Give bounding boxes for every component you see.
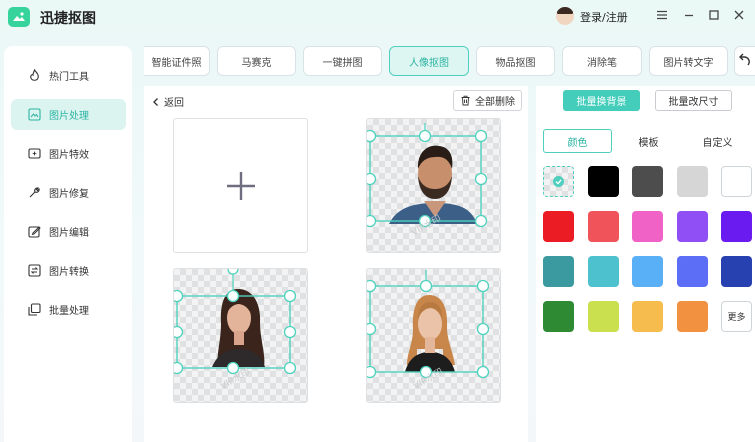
portrait-man: VIP水印 bbox=[367, 123, 488, 239]
app-title: 迅捷抠图 bbox=[40, 11, 96, 27]
tab-eraser[interactable]: 消除笔 bbox=[562, 46, 642, 76]
plus-icon bbox=[227, 172, 255, 200]
tab-mosaic[interactable]: 马赛克 bbox=[217, 46, 296, 76]
fire-icon bbox=[28, 68, 41, 82]
tab-batch-background[interactable]: 批量换背景 bbox=[563, 90, 640, 111]
sidebar-item-batch[interactable]: 批量处理 bbox=[11, 294, 126, 325]
sidebar-item-convert[interactable]: 图片转换 bbox=[11, 255, 126, 286]
color-swatch[interactable] bbox=[632, 166, 663, 197]
tab-batch-resize[interactable]: 批量改尺寸 bbox=[655, 90, 732, 111]
color-swatch[interactable] bbox=[543, 256, 574, 287]
login-link[interactable]: 登录/注册 bbox=[580, 9, 628, 25]
color-swatch[interactable] bbox=[543, 211, 574, 242]
close-icon[interactable] bbox=[732, 8, 748, 24]
color-swatch[interactable] bbox=[543, 301, 574, 332]
color-swatch[interactable] bbox=[721, 211, 752, 242]
subtab-custom[interactable]: 自定义 bbox=[683, 129, 752, 153]
sidebar-item-repair[interactable]: 图片修复 bbox=[11, 177, 126, 208]
sidebar-item-label: 图片转换 bbox=[49, 267, 89, 278]
color-swatch[interactable] bbox=[588, 256, 619, 287]
convert-icon bbox=[28, 264, 41, 277]
maximize-icon[interactable] bbox=[707, 8, 723, 24]
chevron-left-icon bbox=[153, 97, 158, 106]
image-card[interactable]: VIP水印 bbox=[366, 268, 501, 403]
color-swatch[interactable] bbox=[632, 211, 663, 242]
color-swatch[interactable] bbox=[721, 166, 752, 197]
sidebar-item-label: 热门工具 bbox=[49, 72, 89, 83]
sidebar-item-label: 批量处理 bbox=[49, 306, 89, 317]
delete-all-button[interactable]: 全部删除 bbox=[453, 90, 522, 111]
image-card[interactable]: VIP水印 bbox=[366, 118, 501, 253]
sidebar: 热门工具 图片处理 图片特效 图片修复 图片编辑 图片转换 批量处理 bbox=[4, 46, 132, 442]
color-swatch[interactable] bbox=[677, 211, 708, 242]
more-colors-button[interactable]: 更多 bbox=[721, 301, 752, 332]
sidebar-item-hot-tools[interactable]: 热门工具 bbox=[11, 60, 126, 91]
color-swatch[interactable] bbox=[588, 301, 619, 332]
app-logo-icon bbox=[8, 7, 30, 27]
check-icon bbox=[553, 176, 564, 187]
color-swatch[interactable] bbox=[632, 256, 663, 287]
title-bar: 迅捷抠图 登录/注册 bbox=[0, 0, 755, 34]
image-card[interactable]: VIP水印 bbox=[173, 268, 308, 403]
undo-icon[interactable] bbox=[734, 46, 755, 76]
sidebar-item-effects[interactable]: 图片特效 bbox=[11, 138, 126, 169]
color-swatch[interactable] bbox=[677, 301, 708, 332]
tab-collage[interactable]: 一键拼图 bbox=[303, 46, 382, 76]
sidebar-item-label: 图片处理 bbox=[49, 111, 89, 122]
portrait-woman-dark-hair: VIP水印 bbox=[174, 269, 297, 392]
user-avatar[interactable] bbox=[556, 7, 574, 25]
portrait-woman-blonde: VIP水印 bbox=[367, 270, 490, 392]
main-panel: 返回 全部删除 VIP水印 VIP水印 VIP水印 bbox=[144, 86, 528, 442]
color-swatch[interactable] bbox=[543, 166, 574, 197]
sidebar-item-label: 图片修复 bbox=[49, 189, 89, 200]
edit-icon bbox=[28, 225, 41, 238]
tab-portrait-cutout[interactable]: 人像抠图 bbox=[389, 46, 469, 76]
color-swatch[interactable] bbox=[677, 166, 708, 197]
trash-icon bbox=[461, 95, 470, 106]
tab-image-to-text[interactable]: 图片转文字 bbox=[649, 46, 728, 76]
back-button[interactable]: 返回 bbox=[151, 94, 184, 109]
sidebar-item-label: 图片编辑 bbox=[49, 228, 89, 239]
color-swatch[interactable] bbox=[677, 256, 708, 287]
tab-object-cutout[interactable]: 物品抠图 bbox=[476, 46, 555, 76]
color-swatch[interactable] bbox=[721, 256, 752, 287]
sidebar-item-image-process[interactable]: 图片处理 bbox=[11, 99, 126, 130]
sparkle-icon bbox=[28, 147, 41, 160]
subtab-color[interactable]: 颜色 bbox=[543, 129, 612, 153]
image-process-icon bbox=[28, 108, 41, 121]
color-swatch[interactable] bbox=[588, 211, 619, 242]
menu-icon[interactable] bbox=[655, 8, 671, 24]
sidebar-item-edit[interactable]: 图片编辑 bbox=[11, 216, 126, 247]
subtab-template[interactable]: 模板 bbox=[614, 129, 683, 153]
batch-icon bbox=[28, 303, 41, 316]
minimize-icon[interactable] bbox=[682, 8, 698, 24]
sidebar-item-label: 图片特效 bbox=[49, 150, 89, 161]
color-swatch[interactable] bbox=[632, 301, 663, 332]
back-label: 返回 bbox=[164, 98, 184, 109]
delete-all-label: 全部删除 bbox=[475, 97, 515, 108]
tab-id-photo[interactable]: 智能证件照 bbox=[144, 46, 210, 76]
add-image-button[interactable] bbox=[173, 118, 308, 253]
right-panel: 批量换背景 批量改尺寸 颜色 模板 自定义 更多 bbox=[536, 86, 755, 442]
color-swatch[interactable] bbox=[588, 166, 619, 197]
wrench-icon bbox=[28, 186, 41, 199]
